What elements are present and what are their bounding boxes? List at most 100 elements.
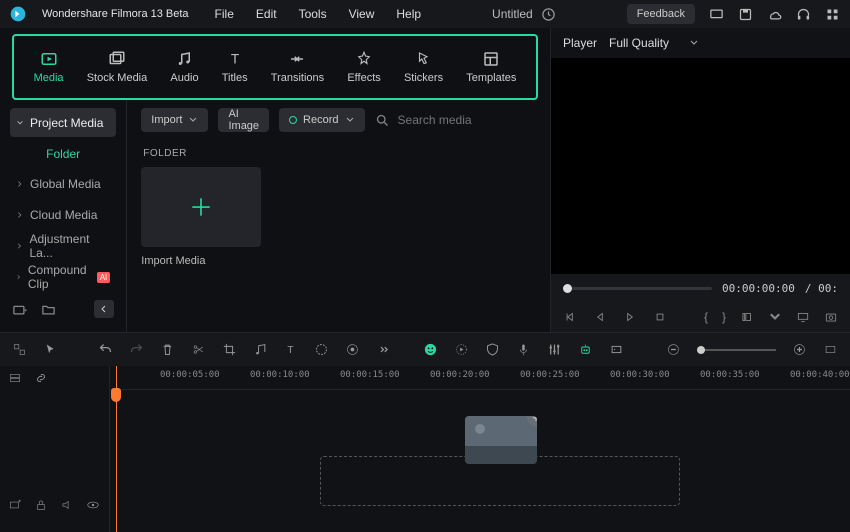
zoom-slider[interactable] <box>697 349 777 351</box>
app-name: Wondershare Filmora 13 Beta <box>42 8 189 20</box>
sidebar-item-compound-clip[interactable]: Compound ClipAI <box>10 263 116 292</box>
tab-media-label: Media <box>34 72 64 84</box>
tab-stock-media[interactable]: Stock Media <box>87 50 148 84</box>
apps-icon[interactable] <box>825 7 840 22</box>
snapshot-icon[interactable] <box>824 310 838 324</box>
selection-tool-icon[interactable] <box>12 342 27 357</box>
time-ruler[interactable]: 00:00:05:00 00:00:10:00 00:00:15:00 00:0… <box>110 366 850 390</box>
menu-tools[interactable]: Tools <box>299 7 327 21</box>
mixer-icon[interactable] <box>547 342 562 357</box>
sync-icon[interactable] <box>541 7 556 22</box>
titlebar: Wondershare Filmora 13 Beta File Edit To… <box>0 0 850 28</box>
mute-icon[interactable] <box>60 498 74 512</box>
timeline-tracks[interactable]: 00:00:05:00 00:00:10:00 00:00:15:00 00:0… <box>110 366 850 532</box>
tab-audio[interactable]: Audio <box>170 50 198 84</box>
chevron-down-icon <box>188 115 198 125</box>
save-icon[interactable] <box>738 7 753 22</box>
link-icon[interactable] <box>34 371 48 385</box>
brace-close-icon[interactable]: } <box>722 310 726 324</box>
split-icon[interactable] <box>191 342 206 357</box>
tab-titles[interactable]: TTitles <box>222 50 248 84</box>
sidebar-item-label: Adjustment La... <box>29 232 110 260</box>
collapse-sidebar-button[interactable] <box>94 300 114 318</box>
sidebar-item-global-media[interactable]: Global Media <box>10 169 116 198</box>
sidebar-folder-tab[interactable]: Folder <box>10 139 116 167</box>
chevron-right-icon <box>16 180 24 188</box>
zoom-fit-icon[interactable] <box>823 342 838 357</box>
menu-view[interactable]: View <box>349 7 375 21</box>
monitor-icon[interactable] <box>709 7 724 22</box>
clip-thumbnail[interactable]: + <box>465 416 537 464</box>
timecode-duration: / 00: <box>805 282 838 295</box>
new-folder-icon[interactable] <box>12 302 27 317</box>
feedback-button[interactable]: Feedback <box>627 4 695 24</box>
menu-file[interactable]: File <box>215 7 234 21</box>
delete-icon[interactable] <box>160 342 175 357</box>
more-tools-icon[interactable] <box>376 342 391 357</box>
color-icon[interactable] <box>345 342 360 357</box>
add-track-icon[interactable] <box>8 498 22 512</box>
undo-icon[interactable] <box>98 342 113 357</box>
sidebar-item-label: Compound Clip <box>28 263 89 291</box>
headphones-icon[interactable] <box>796 7 811 22</box>
stop-icon[interactable] <box>653 310 667 324</box>
tab-templates[interactable]: Templates <box>466 50 516 84</box>
transitions-icon <box>287 50 307 68</box>
sidebar-item-cloud-media[interactable]: Cloud Media <box>10 200 116 229</box>
play-back-icon[interactable] <box>593 310 607 324</box>
ai-image-button[interactable]: AI Image <box>218 108 269 132</box>
tab-media[interactable]: Media <box>34 50 64 84</box>
quality-dropdown[interactable]: Full Quality <box>609 36 699 50</box>
import-dropdown[interactable]: Import <box>141 108 208 132</box>
redo-icon[interactable] <box>129 342 144 357</box>
text-tool-icon[interactable]: T <box>283 342 298 357</box>
chevron-right-icon <box>16 273 22 281</box>
lock-icon[interactable] <box>34 498 48 512</box>
ai-face-icon[interactable] <box>423 342 438 357</box>
record-dropdown[interactable]: Record <box>279 108 364 132</box>
display-icon[interactable] <box>796 310 810 324</box>
marker-icon[interactable] <box>609 342 624 357</box>
play-icon[interactable] <box>623 310 637 324</box>
crop-icon[interactable] <box>222 342 237 357</box>
mark-in-icon[interactable] <box>740 310 754 324</box>
mic-icon[interactable] <box>516 342 531 357</box>
progress-handle[interactable] <box>563 284 572 293</box>
sidebar-item-adjustment-layer[interactable]: Adjustment La... <box>10 232 116 261</box>
sidebar-project-media[interactable]: Project Media <box>10 108 116 137</box>
plus-icon <box>188 194 214 220</box>
brace-open-icon[interactable]: { <box>704 310 708 324</box>
import-media-tile[interactable] <box>141 167 261 247</box>
folder-icon[interactable] <box>41 302 56 317</box>
search-input[interactable] <box>398 113 553 127</box>
record-label: Record <box>303 114 338 126</box>
shield-icon[interactable] <box>485 342 500 357</box>
main-menu: File Edit Tools View Help <box>215 7 422 21</box>
cursor-icon[interactable] <box>43 342 58 357</box>
playhead-handle[interactable] <box>111 388 121 402</box>
preview-viewport[interactable] <box>551 58 850 274</box>
render-icon[interactable] <box>454 342 469 357</box>
cloud-icon[interactable] <box>767 7 782 22</box>
track-header-area <box>0 390 109 532</box>
prev-frame-icon[interactable] <box>563 310 577 324</box>
tab-transitions[interactable]: Transitions <box>271 50 324 84</box>
tab-stickers[interactable]: Stickers <box>404 50 443 84</box>
menu-edit[interactable]: Edit <box>256 7 277 21</box>
menu-help[interactable]: Help <box>396 7 421 21</box>
search-icon[interactable] <box>375 113 390 128</box>
visibility-icon[interactable] <box>86 498 100 512</box>
tab-templates-label: Templates <box>466 72 516 84</box>
zoom-out-icon[interactable] <box>666 342 681 357</box>
tab-effects[interactable]: Effects <box>347 50 380 84</box>
keyframe-icon[interactable] <box>314 342 329 357</box>
timeline-layout-icon[interactable] <box>8 371 22 385</box>
zoom-handle[interactable] <box>697 346 705 354</box>
timeline: 00:00:05:00 00:00:10:00 00:00:15:00 00:0… <box>0 366 850 532</box>
playhead[interactable] <box>116 366 117 532</box>
zoom-in-icon[interactable] <box>792 342 807 357</box>
chevron-down-icon[interactable] <box>768 310 782 324</box>
speed-icon[interactable] <box>253 342 268 357</box>
progress-slider[interactable] <box>563 287 712 290</box>
ai-robot-icon[interactable] <box>578 342 593 357</box>
